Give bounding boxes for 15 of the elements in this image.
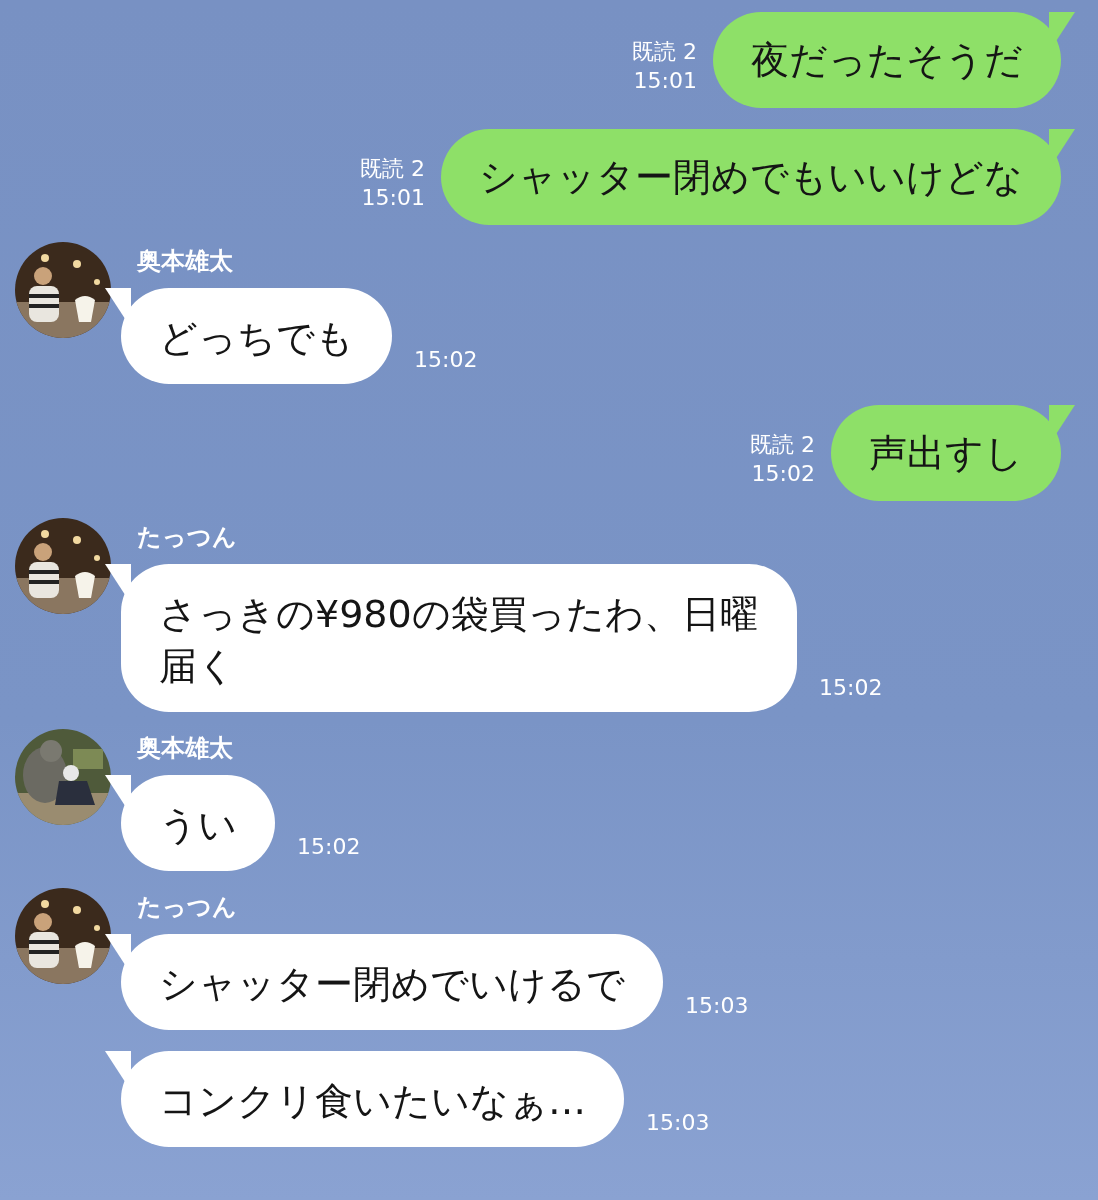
message-time: 15:03 <box>646 1109 710 1137</box>
sender-name: 奥本雄太 <box>137 733 234 763</box>
message-time: 15:02 <box>414 346 478 374</box>
read-receipt: 既読 2 <box>750 431 815 459</box>
read-receipt: 既読 2 <box>360 155 425 183</box>
message-time: 15:01 <box>633 67 697 95</box>
sender-name: 奥本雄太 <box>137 246 234 276</box>
message-time: 15:02 <box>819 674 883 702</box>
sender-name: たっつん <box>137 522 238 552</box>
read-receipt: 既読 2 <box>632 38 697 66</box>
message-time: 15:03 <box>685 992 749 1020</box>
message-time: 15:02 <box>751 460 815 488</box>
sender-name: たっつん <box>137 892 238 922</box>
message-time: 15:01 <box>361 184 425 212</box>
message-time: 15:02 <box>297 833 361 861</box>
